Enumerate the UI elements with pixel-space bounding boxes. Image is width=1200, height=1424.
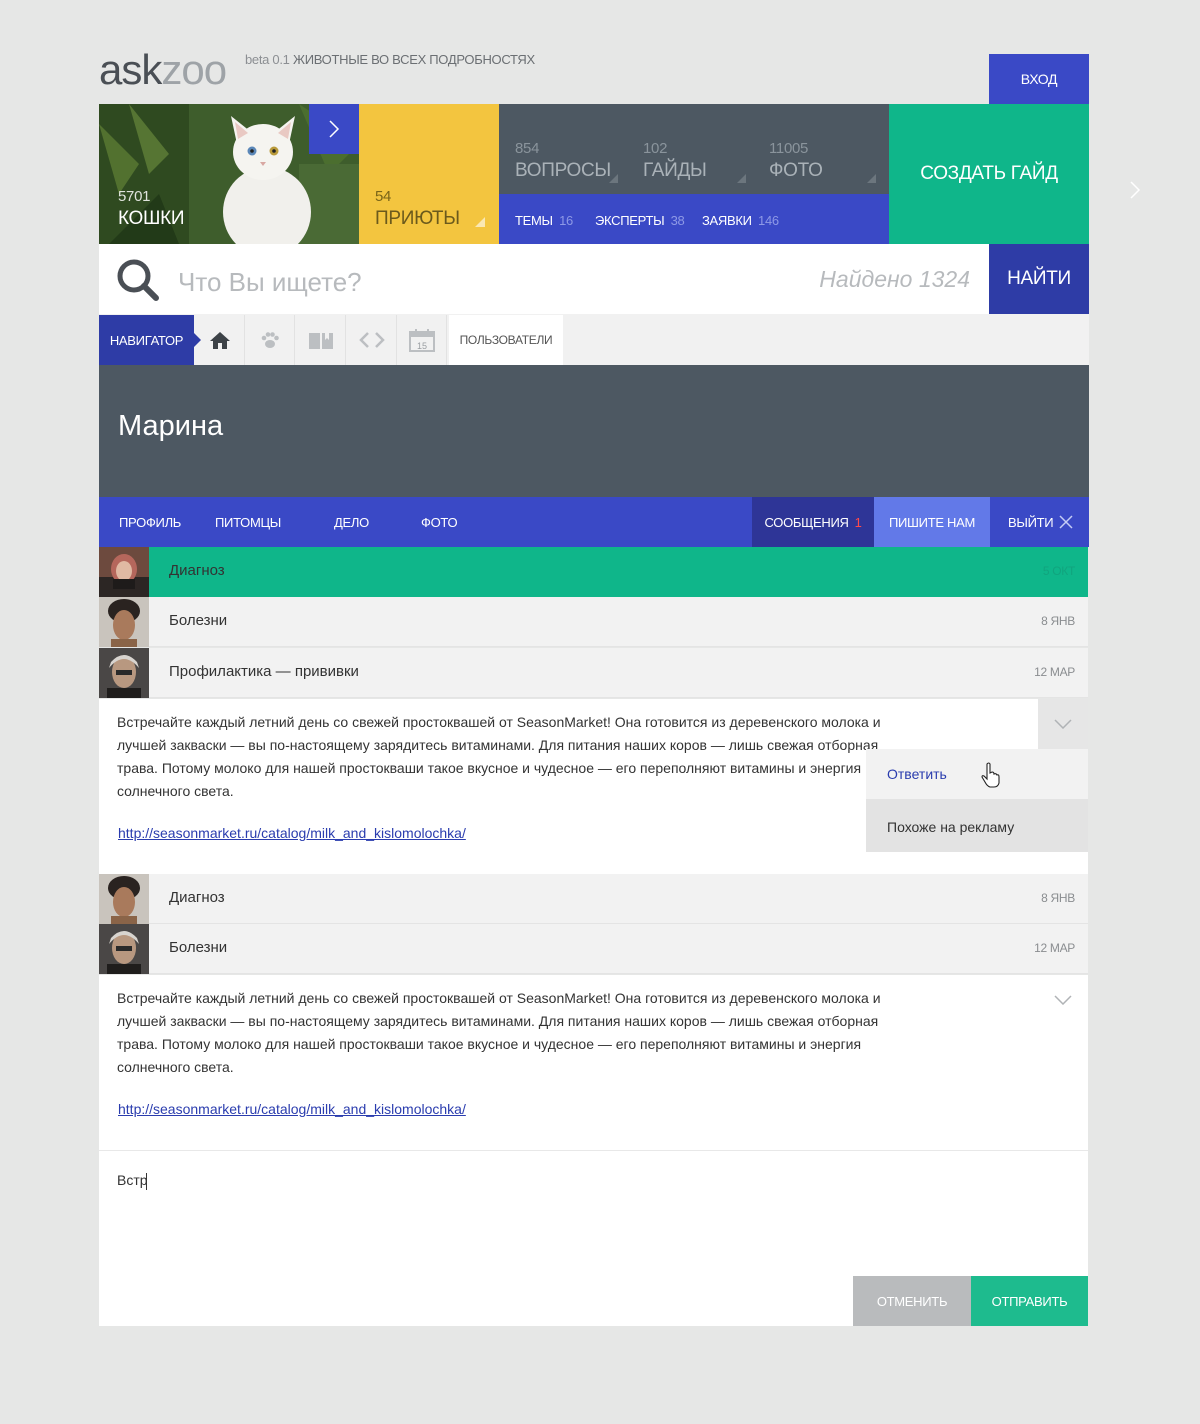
message-link[interactable]: http://seasonmarket.ru/catalog/milk_and_…	[118, 1101, 466, 1117]
stat-guides[interactable]: 102 ГАЙДЫ	[627, 104, 753, 194]
message-row[interactable]: Диагноз 8 ЯНВ	[99, 874, 1088, 924]
message-row[interactable]: Болезни 8 ЯНВ	[99, 597, 1088, 647]
avatar	[99, 924, 149, 974]
tile-shelters[interactable]: 54 ПРИЮТЫ	[359, 104, 499, 244]
chevron-down-icon	[1054, 995, 1072, 1005]
message-text: Встречайте каждый летний день со свежей …	[117, 990, 881, 1075]
search-icon	[117, 259, 159, 301]
found-count: Найдено 1324	[819, 266, 970, 292]
cats-count: 5701	[118, 188, 151, 205]
book-icon	[308, 333, 333, 349]
tagline: ЖИВОТНЫЕ ВО ВСЕХ ПОДРОБНОСТЯХ	[293, 52, 535, 67]
message-menu-toggle[interactable]	[1038, 699, 1088, 749]
close-icon[interactable]	[1058, 514, 1074, 530]
profile-name: Марина	[118, 410, 224, 442]
shelters-count: 54	[375, 188, 392, 205]
profile-header	[99, 365, 1089, 497]
cats-label: КОШКИ	[118, 208, 185, 229]
avatar	[99, 648, 149, 698]
message-subject: Болезни	[169, 612, 228, 629]
message-row[interactable]: Профилактика — прививки 12 МАР	[99, 648, 1088, 698]
message-subject: Диагноз	[169, 562, 225, 579]
cats-next-button[interactable]	[309, 104, 359, 154]
tab-profile[interactable]: ПРОФИЛЬ	[119, 497, 181, 547]
text-caret	[146, 1173, 147, 1190]
nav-calendar[interactable]: 15	[397, 315, 447, 365]
messages-count-badge: 1	[854, 514, 862, 530]
tab-messages[interactable]: СООБЩЕНИЯ 1	[752, 497, 874, 547]
corner-triangle-icon	[475, 217, 485, 227]
send-button[interactable]: ОТПРАВИТЬ	[971, 1276, 1088, 1326]
nav-pets[interactable]	[245, 315, 295, 365]
tile-sublinks: ТЕМЫ 16 ЭКСПЕРТЫ 38 ЗАЯВКИ 146	[499, 194, 889, 244]
reply-text: Встр	[117, 1172, 148, 1188]
home-icon	[209, 332, 230, 349]
sublink-requests[interactable]: ЗАЯВКИ 146	[702, 213, 779, 228]
nav-code[interactable]	[347, 315, 397, 365]
message-date: 12 МАР	[1034, 941, 1075, 955]
message-date: 8 ЯНВ	[1041, 891, 1075, 905]
sublink-topics[interactable]: ТЕМЫ 16	[515, 213, 573, 228]
tab-photo[interactable]: ФОТО	[421, 497, 458, 547]
message-row[interactable]: Болезни 12 МАР	[99, 924, 1088, 974]
navigator-label: НАВИГАТОР	[99, 315, 194, 365]
sublink-experts[interactable]: ЭКСПЕРТЫ 38	[595, 213, 685, 228]
nav-guides[interactable]	[296, 315, 346, 365]
nav-home[interactable]	[195, 315, 245, 365]
tile-stats: 854 ВОПРОСЫ 102 ГАЙДЫ 11005 ФОТО	[499, 104, 889, 194]
stat-questions[interactable]: 854 ВОПРОСЫ	[499, 104, 627, 194]
message-subject: Диагноз	[169, 889, 225, 906]
code-icon	[358, 332, 385, 348]
avatar	[99, 547, 149, 597]
message-subject: Профилактика — прививки	[169, 663, 359, 680]
message-date: 8 ЯНВ	[1041, 614, 1075, 628]
shelters-label: ПРИЮТЫ	[375, 208, 460, 229]
search-input[interactable]	[178, 262, 778, 302]
reply-menu-item[interactable]: Ответить	[866, 749, 1088, 799]
chevron-right-icon	[329, 120, 340, 138]
tab-pets[interactable]: ПИТОМЦЫ	[215, 497, 281, 547]
search-button[interactable]: НАЙТИ	[989, 244, 1089, 314]
beta-label: beta 0.1	[245, 52, 290, 67]
chevron-right-icon[interactable]	[1128, 180, 1142, 200]
paw-icon	[261, 332, 279, 348]
create-guide-button[interactable]: СОЗДАТЬ ГАЙД	[889, 104, 1089, 244]
hand-cursor-icon	[981, 762, 1000, 788]
avatar	[99, 874, 149, 924]
corner-triangle-icon	[867, 174, 876, 183]
avatar	[99, 597, 149, 647]
report-spam-menu-item[interactable]: Похоже на рекламу	[866, 801, 1088, 852]
tab-case[interactable]: ДЕЛО	[334, 497, 369, 547]
message-date: 5 ОКТ	[1042, 564, 1075, 578]
nav-users-tab[interactable]: ПОЛЬЗОВАТЕЛИ	[449, 315, 563, 365]
write-us-button[interactable]: ПИШИТЕ НАМ	[874, 497, 990, 547]
message-link[interactable]: http://seasonmarket.ru/catalog/milk_and_…	[118, 825, 466, 841]
message-row[interactable]: Диагноз 5 ОКТ	[99, 547, 1088, 597]
message-text: Встречайте каждый летний день со свежей …	[117, 714, 881, 799]
calendar-icon: 15	[408, 329, 435, 352]
message-date: 12 МАР	[1034, 665, 1075, 679]
svg-text:15: 15	[416, 341, 426, 351]
message-subject: Болезни	[169, 939, 228, 956]
login-button[interactable]: ВХОД	[989, 54, 1089, 104]
logo[interactable]: askzoo	[99, 46, 227, 94]
logout-button[interactable]: ВЫЙТИ	[1008, 497, 1054, 547]
message-menu-toggle[interactable]	[1038, 975, 1088, 1025]
message-dropdown: Ответить Похоже на рекламу	[866, 749, 1088, 852]
corner-triangle-icon	[737, 174, 746, 183]
stat-photos[interactable]: 11005 ФОТО	[753, 104, 889, 194]
corner-triangle-icon	[609, 174, 618, 183]
message-body: Встречайте каждый летний день со свежей …	[99, 975, 1088, 1150]
cancel-button[interactable]: ОТМЕНИТЬ	[853, 1276, 971, 1326]
chevron-down-icon	[1054, 719, 1072, 729]
